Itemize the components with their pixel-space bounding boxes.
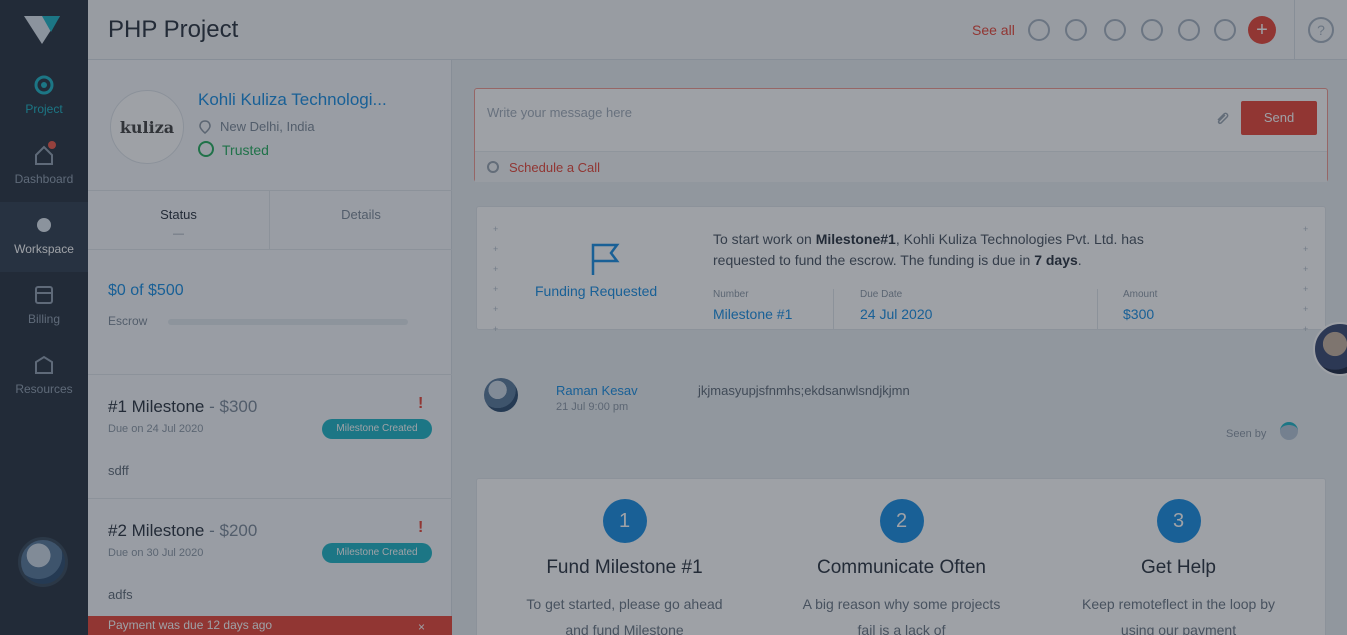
modal-backdrop[interactable] <box>0 0 1347 635</box>
